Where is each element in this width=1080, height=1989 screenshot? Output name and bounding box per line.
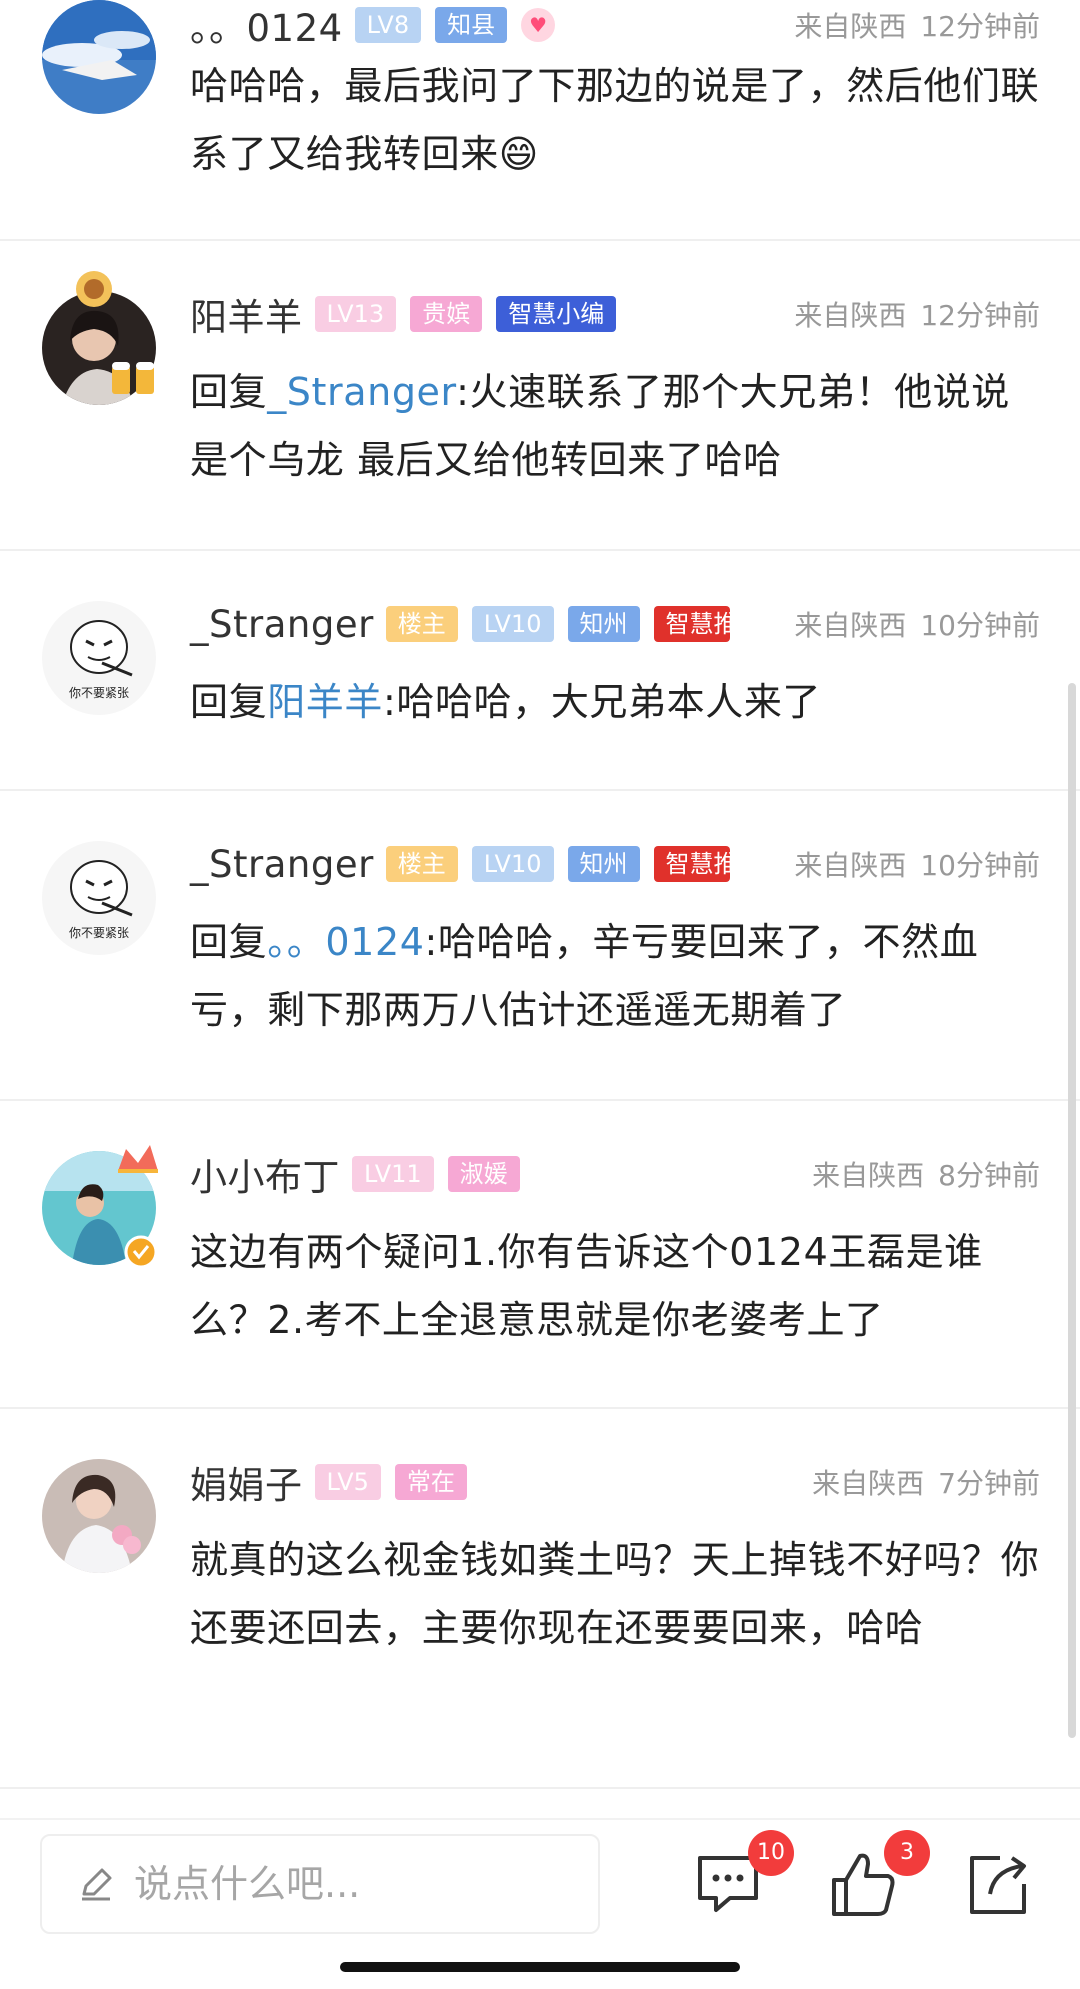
comment-item[interactable]: 。。0124 LV8 知县 ♥ 来自陕西 12分钟前 哈哈哈，最后我问了下那边的说… xyxy=(0,0,1080,241)
username[interactable]: 阳羊羊 xyxy=(190,287,303,341)
share-icon xyxy=(970,1856,1026,1914)
location: 来自陕西 xyxy=(794,609,907,642)
crown-icon xyxy=(118,1145,158,1173)
timestamp: 7分钟前 xyxy=(938,1467,1040,1500)
title-badge: 知州 xyxy=(567,606,640,642)
comment-body: 这边有两个疑问1.你有告诉这个0124王磊是谁么？2.考不上全退意思就是你老婆考… xyxy=(190,1230,983,1342)
username[interactable]: _Stranger xyxy=(190,603,374,646)
svg-text:你不要紧张: 你不要紧张 xyxy=(69,926,129,940)
comment-text: 哈哈哈，最后我问了下那边的说是了，然后他们联系了又给我转回来😄 xyxy=(190,52,1040,188)
avatar[interactable] xyxy=(42,1459,156,1573)
comments-button[interactable]: 10 xyxy=(690,1830,794,1922)
comment-header: 。。0124 LV8 知县 ♥ 来自陕西 12分钟前 xyxy=(190,0,1040,50)
role-badge: 智慧推 xyxy=(653,846,730,882)
comment-meta: 来自陕西 7分钟前 xyxy=(778,1462,1040,1502)
role-badge: 智慧小编 xyxy=(496,296,617,332)
comments-page: 。。0124 LV8 知县 ♥ 来自陕西 12分钟前 哈哈哈，最后我问了下那边的说… xyxy=(0,0,1080,1989)
comment-meta: 来自陕西 12分钟前 xyxy=(760,294,1040,334)
mention-link[interactable]: 阳羊羊 xyxy=(267,680,383,724)
comment-header: 小小布丁 LV11 淑媛 来自陕西 8分钟前 xyxy=(190,1149,1040,1199)
comment-body: 哈哈哈，最后我问了下那边的说是了，然后他们联系了又给我转回来😄 xyxy=(190,64,1040,176)
title-badge: 贵嫔 xyxy=(410,296,483,332)
level-badge: LV13 xyxy=(314,296,397,332)
badges: LV13 贵嫔 智慧小编 xyxy=(314,296,631,332)
level-badge: LV11 xyxy=(352,1156,434,1192)
comment-count-badge: 10 xyxy=(748,1830,794,1876)
comment-meta: 来自陕西 10分钟前 xyxy=(760,604,1040,644)
like-button[interactable]: 3 xyxy=(826,1830,930,1922)
comment-text: 回复阳羊羊:哈哈哈，大兄弟本人来了 xyxy=(190,668,1040,736)
title-badge: 淑媛 xyxy=(447,1156,520,1192)
comment-meta: 来自陕西 12分钟前 xyxy=(760,5,1040,45)
reply-prefix: 回复 xyxy=(190,370,268,414)
level-badge: LV10 xyxy=(471,606,554,642)
comment-body: :哈哈哈，大兄弟本人来了 xyxy=(383,680,822,724)
comment-header: _Stranger 楼主 LV10 知州 智慧推 来自陕西 10分钟前 xyxy=(190,599,1040,649)
badges: 楼主 LV10 知州 智慧推 xyxy=(385,606,744,642)
comment-text: 回复。。0124:哈哈哈，辛亏要回来了，不然血亏，剩下那两万八估计还遥遥无期着了 xyxy=(190,908,1040,1044)
comment-item[interactable]: 娟娟子 LV5 常在 来自陕西 7分钟前 就真的这么视金钱如粪土吗？天上掉钱不好吗… xyxy=(0,1409,1080,1789)
comment-text: 就真的这么视金钱如粪土吗？天上掉钱不好吗？你还要还回去，主要你现在还要要回来，哈… xyxy=(190,1526,1040,1662)
mention-link[interactable]: 。。0124 xyxy=(267,920,424,964)
reply-prefix: 回复 xyxy=(190,920,268,964)
comment-item[interactable]: 你不要紧张 _Stranger 楼主 LV10 知州 智慧推 来自陕西 10分钟前… xyxy=(0,551,1080,791)
heart-icon: ♥ xyxy=(521,8,556,42)
comment-body: 就真的这么视金钱如粪土吗？天上掉钱不好吗？你还要还回去，主要你现在还要要回来，哈… xyxy=(190,1538,1040,1650)
comment-input-box[interactable] xyxy=(40,1834,600,1934)
beer-icon xyxy=(112,362,154,394)
comment-item[interactable]: 小小布丁 LV11 淑媛 来自陕西 8分钟前 这边有两个疑问1.你有告诉这个012… xyxy=(0,1101,1080,1409)
comment-input[interactable] xyxy=(134,1862,554,1906)
timestamp: 8分钟前 xyxy=(938,1159,1040,1192)
title-badge: 知州 xyxy=(567,846,640,882)
username[interactable]: _Stranger xyxy=(190,843,374,886)
like-count-badge: 3 xyxy=(884,1830,930,1876)
timestamp: 12分钟前 xyxy=(920,299,1040,332)
pen-icon xyxy=(82,1868,112,1901)
comment-header: _Stranger 楼主 LV10 知州 智慧推 来自陕西 10分钟前 xyxy=(190,839,1040,889)
comment-header: 娟娟子 LV5 常在 来自陕西 7分钟前 xyxy=(190,1457,1040,1507)
verified-icon xyxy=(124,1235,158,1269)
share-button[interactable] xyxy=(960,1846,1036,1922)
username[interactable]: 。。0124 xyxy=(190,0,343,52)
level-badge: LV5 xyxy=(314,1464,381,1500)
badges: LV8 知县 ♥ xyxy=(354,7,556,43)
home-indicator[interactable] xyxy=(340,1962,740,1972)
role-badge: 智慧推 xyxy=(653,606,730,642)
comment-item[interactable]: 你不要紧张 _Stranger 楼主 LV10 知州 智慧推 来自陕西 10分钟前… xyxy=(0,791,1080,1101)
avatar[interactable] xyxy=(42,0,156,114)
badges: LV5 常在 xyxy=(314,1464,481,1500)
location: 来自陕西 xyxy=(794,299,907,332)
title-badge: 常在 xyxy=(394,1464,467,1500)
level-badge: LV8 xyxy=(354,7,422,43)
svg-text:你不要紧张: 你不要紧张 xyxy=(69,686,129,700)
level-badge: LV10 xyxy=(471,846,554,882)
comment-meta: 来自陕西 10分钟前 xyxy=(760,844,1040,884)
timestamp: 10分钟前 xyxy=(920,849,1040,882)
timestamp: 12分钟前 xyxy=(920,10,1040,43)
username[interactable]: 小小布丁 xyxy=(190,1147,340,1201)
comment-meta: 来自陕西 8分钟前 xyxy=(778,1154,1040,1194)
username[interactable]: 娟娟子 xyxy=(190,1455,303,1509)
comment-header: 阳羊羊 LV13 贵嫔 智慧小编 来自陕西 12分钟前 xyxy=(190,289,1040,339)
bottom-action-bar: 10 3 xyxy=(0,1818,1080,1946)
badges: LV11 淑媛 xyxy=(352,1156,534,1192)
location: 来自陕西 xyxy=(812,1467,925,1500)
mention-link[interactable]: _Stranger xyxy=(267,370,456,414)
timestamp: 10分钟前 xyxy=(920,609,1040,642)
avatar-frame-icon xyxy=(76,271,112,307)
location: 来自陕西 xyxy=(794,849,907,882)
op-badge: 楼主 xyxy=(385,846,458,882)
comment-text: 这边有两个疑问1.你有告诉这个0124王磊是谁么？2.考不上全退意思就是你老婆考… xyxy=(190,1218,1040,1354)
comment-text: 回复_Stranger:火速联系了那个大兄弟！他说说是个乌龙 最后又给他转回来了… xyxy=(190,358,1040,494)
location: 来自陕西 xyxy=(794,10,907,43)
comment-item[interactable]: 阳羊羊 LV13 贵嫔 智慧小编 来自陕西 12分钟前 回复_Stranger:火… xyxy=(0,241,1080,551)
badges: 楼主 LV10 知州 智慧推 xyxy=(385,846,744,882)
reply-prefix: 回复 xyxy=(190,680,268,724)
avatar[interactable]: 你不要紧张 xyxy=(42,601,156,715)
avatar[interactable]: 你不要紧张 xyxy=(42,841,156,955)
title-badge: 知县 xyxy=(435,7,508,43)
location: 来自陕西 xyxy=(812,1159,925,1192)
op-badge: 楼主 xyxy=(385,606,458,642)
scrollbar[interactable] xyxy=(1068,683,1076,1738)
